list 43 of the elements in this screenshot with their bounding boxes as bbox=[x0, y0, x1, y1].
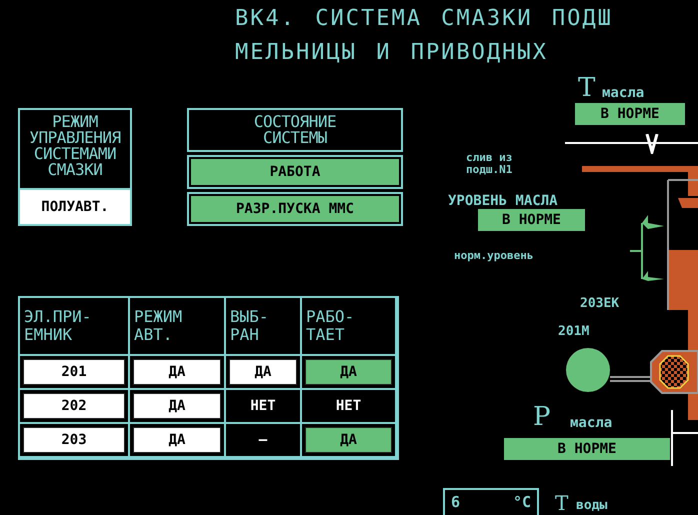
column-header: РЕЖИМ АВТ. bbox=[130, 298, 226, 356]
pressure-line bbox=[671, 410, 698, 466]
level-bracket-drawing bbox=[630, 213, 665, 283]
oil-temp-label: масла bbox=[602, 86, 644, 101]
normal-level-label: норм.уровень bbox=[454, 250, 534, 262]
symbol-label: Р bbox=[533, 402, 550, 432]
motor-icon bbox=[566, 348, 610, 392]
water-temp-label: воды bbox=[576, 499, 608, 513]
column-header: ВЫБ- РАН bbox=[226, 298, 302, 356]
status-badge: В НОРМЕ bbox=[575, 103, 685, 125]
table-cell: 202 bbox=[23, 393, 125, 419]
status-indicator: РАЗР.ПУСКА ММС bbox=[191, 196, 399, 222]
table-cell: ДА bbox=[305, 427, 392, 453]
heater-label: 203ЕК bbox=[580, 297, 620, 311]
table-cell: 203 bbox=[23, 427, 125, 453]
screen-title: ВК4. СИСТЕМА СМАЗКИ ПОДШ bbox=[235, 6, 613, 32]
shaft-line bbox=[610, 376, 650, 382]
drain-label: слив из подш.N1 bbox=[466, 152, 512, 176]
screen-title: МЕЛЬНИЦЫ И ПРИВОДНЫХ bbox=[235, 40, 548, 66]
table-cell: ДА bbox=[305, 359, 392, 385]
symbol-label: Т bbox=[578, 73, 596, 103]
pump-icon bbox=[650, 350, 698, 394]
oil-pressure-label: масла bbox=[570, 416, 612, 431]
status-badge: В НОРМЕ bbox=[478, 209, 585, 231]
table-cell: ДА bbox=[133, 359, 221, 385]
panel-heading: СОСТОЯНИЕ СИСТЕМЫ bbox=[252, 111, 338, 149]
panel-heading: РЕЖИМ УПРАВЛЕНИЯ СИСТЕМАМИ СМАЗКИ bbox=[28, 111, 122, 181]
temperature-unit: °С bbox=[512, 494, 531, 513]
status-indicator: РАБОТА bbox=[191, 159, 399, 185]
column-header: ЭЛ.ПРИ- ЕМНИК bbox=[20, 298, 130, 356]
status-badge: В НОРМЕ bbox=[504, 438, 670, 460]
table-cell: ДА bbox=[133, 427, 221, 453]
table-cell: ДА bbox=[229, 359, 297, 385]
table-cell: 201 bbox=[23, 359, 125, 385]
table-cell: ДА bbox=[133, 393, 221, 419]
control-mode-value: ПОЛУАВТ. bbox=[20, 188, 130, 224]
oil-level-label: УРОВЕНЬ МАСЛА bbox=[448, 194, 558, 209]
column-header: РАБО- ТАЕТ bbox=[302, 298, 397, 356]
symbol-label: Т bbox=[555, 491, 568, 515]
oil-pipe bbox=[688, 394, 698, 420]
oil-pipe bbox=[688, 310, 698, 350]
temperature-value: 6 bbox=[451, 494, 460, 513]
motor-label: 201М bbox=[558, 325, 590, 339]
